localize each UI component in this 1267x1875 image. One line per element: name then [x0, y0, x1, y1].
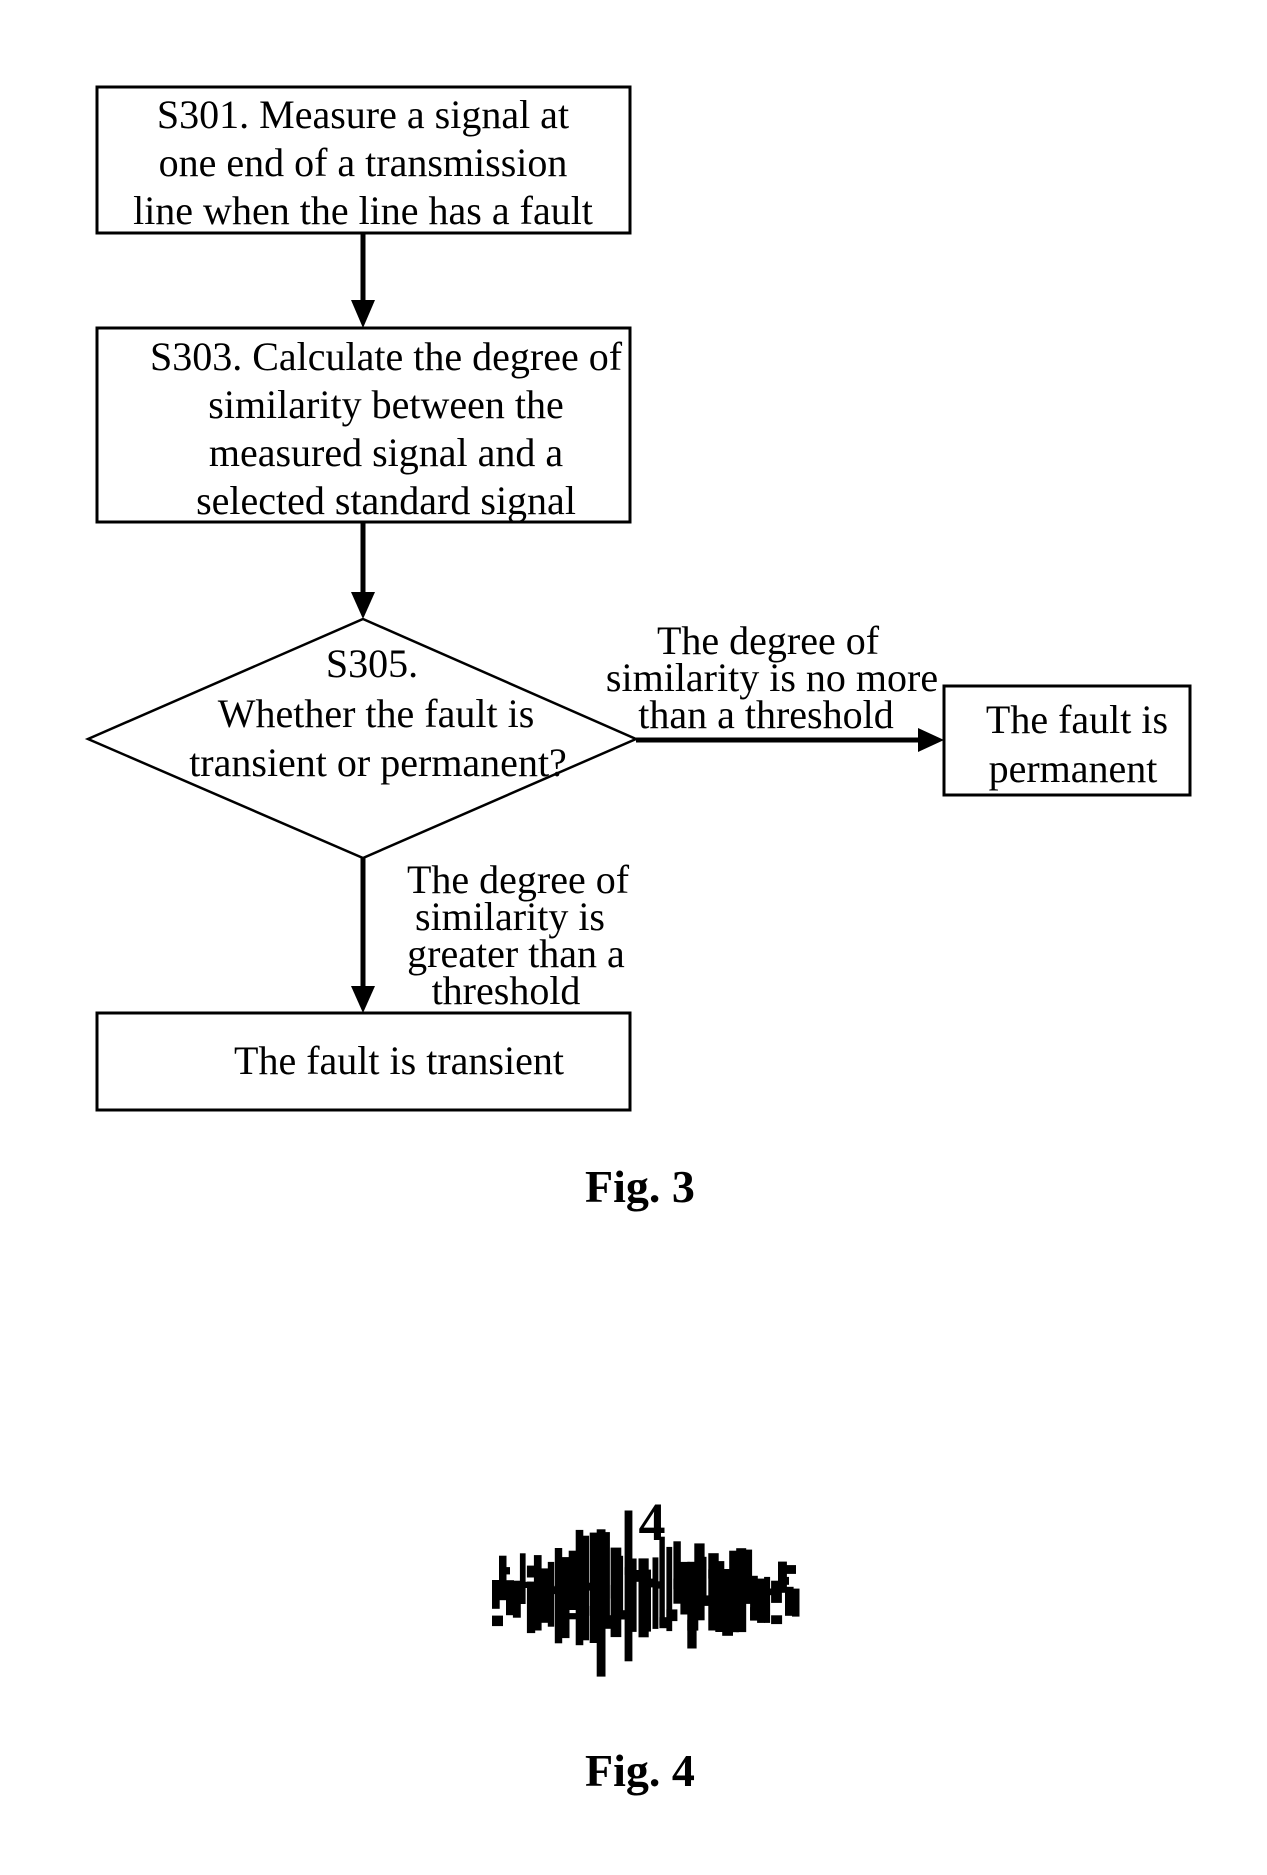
waveform-segment	[764, 1588, 776, 1596]
fig4: 4 Fig. 4	[492, 1492, 800, 1796]
waveform-segment	[631, 1570, 643, 1582]
waveform-segment	[729, 1598, 741, 1608]
node-s303-line-3: measured signal and a	[209, 430, 564, 475]
waveform-stroke	[492, 1580, 500, 1609]
fig4-caption: Fig. 4	[585, 1745, 695, 1796]
node-s305-line-1: S305.	[326, 641, 418, 686]
node-s305-line-3: transient or permanent?	[189, 740, 567, 785]
node-s301-line-1: S301. Measure a signal at	[157, 92, 569, 137]
waveform-segment	[568, 1613, 580, 1620]
waveform-segment	[596, 1575, 608, 1587]
waveform-segment	[771, 1615, 783, 1625]
waveform-stroke	[554, 1548, 563, 1644]
arrow-s305-to-transient: The degree of similarity is greater than…	[351, 857, 630, 1013]
node-s301-line-2: one end of a transmission	[159, 140, 568, 185]
fig3-flowchart: S301. Measure a signal at one end of a t…	[84, 85, 1192, 1212]
node-transient-line-1: The fault is transient	[234, 1038, 564, 1083]
node-s303-line-1: S303. Calculate the degree of	[150, 334, 623, 379]
patent-figures: S301. Measure a signal at one end of a t…	[84, 85, 1192, 1796]
arrow-s305-to-permanent: The degree of similarity is no more than…	[606, 618, 944, 752]
node-s303-line-4: selected standard signal	[196, 478, 576, 523]
arrowhead-down-icon	[351, 592, 375, 619]
waveform-stroke	[792, 1588, 800, 1617]
waveform-segment	[617, 1610, 629, 1620]
waveform-segment	[526, 1565, 538, 1578]
waveform-segment	[778, 1576, 789, 1585]
waveform-segment	[680, 1569, 692, 1582]
fig3-caption: Fig. 3	[585, 1161, 695, 1212]
waveform-segment	[554, 1585, 566, 1592]
node-s305-decision: S305. Whether the fault is transient or …	[84, 617, 640, 860]
arrowhead-down-icon	[351, 986, 375, 1013]
waveform-stroke	[499, 1555, 507, 1601]
waveform-segment	[519, 1581, 531, 1588]
waveform-segment	[533, 1589, 545, 1600]
waveform-stroke	[673, 1541, 681, 1604]
node-s301: S301. Measure a signal at one end of a t…	[95, 85, 632, 235]
node-s305-line-2: Whether the fault is	[218, 691, 535, 736]
waveform-segment	[785, 1565, 796, 1574]
fig4-waveform-label: 4	[639, 1492, 666, 1552]
waveform-segment	[492, 1615, 503, 1627]
node-permanent-line-1: The fault is	[986, 697, 1168, 742]
waveform-segment	[499, 1567, 510, 1575]
waveform-segment	[603, 1615, 615, 1629]
node-s303: S303. Calculate the degree of similarity…	[95, 326, 632, 524]
node-permanent: The fault is permanent	[942, 684, 1192, 797]
waveform-stroke	[575, 1529, 584, 1646]
node-transient: The fault is transient	[95, 1011, 632, 1112]
waveform-stroke	[624, 1510, 633, 1662]
waveform-segment	[701, 1595, 713, 1606]
waveform-segment	[582, 1582, 594, 1591]
edge-permanent-label-line-3: than a threshold	[638, 692, 894, 737]
waveform-stroke	[652, 1557, 659, 1629]
waveform-segment	[743, 1584, 755, 1599]
waveform-segment	[694, 1582, 706, 1591]
waveform-stroke	[561, 1557, 570, 1639]
node-s301-line-3: line when the line has a fault	[133, 188, 593, 233]
waveform-segment	[638, 1597, 650, 1611]
waveform-stroke	[519, 1553, 526, 1604]
waveform-segment	[736, 1567, 748, 1575]
node-permanent-line-2: permanent	[989, 746, 1158, 791]
waveform-segment	[715, 1611, 727, 1624]
arrowhead-right-icon	[918, 728, 944, 752]
waveform-segment	[575, 1594, 587, 1603]
arrow-s301-to-s303	[351, 233, 375, 328]
waveform-segment	[750, 1607, 762, 1621]
arrowhead-down-icon	[351, 300, 375, 328]
waveform-segment	[666, 1609, 678, 1622]
waveform-segment	[652, 1581, 664, 1589]
waveform-segment	[687, 1619, 699, 1631]
waveform-segment	[589, 1605, 601, 1616]
waveform-segment	[610, 1584, 622, 1599]
arrow-s303-to-s305	[351, 522, 375, 619]
waveform-segment	[708, 1569, 720, 1579]
waveform-segment	[561, 1569, 573, 1582]
edge-transient-label-line-4: threshold	[432, 968, 581, 1013]
node-s303-line-2: similarity between the	[208, 382, 563, 427]
waveform-segment	[540, 1616, 552, 1623]
